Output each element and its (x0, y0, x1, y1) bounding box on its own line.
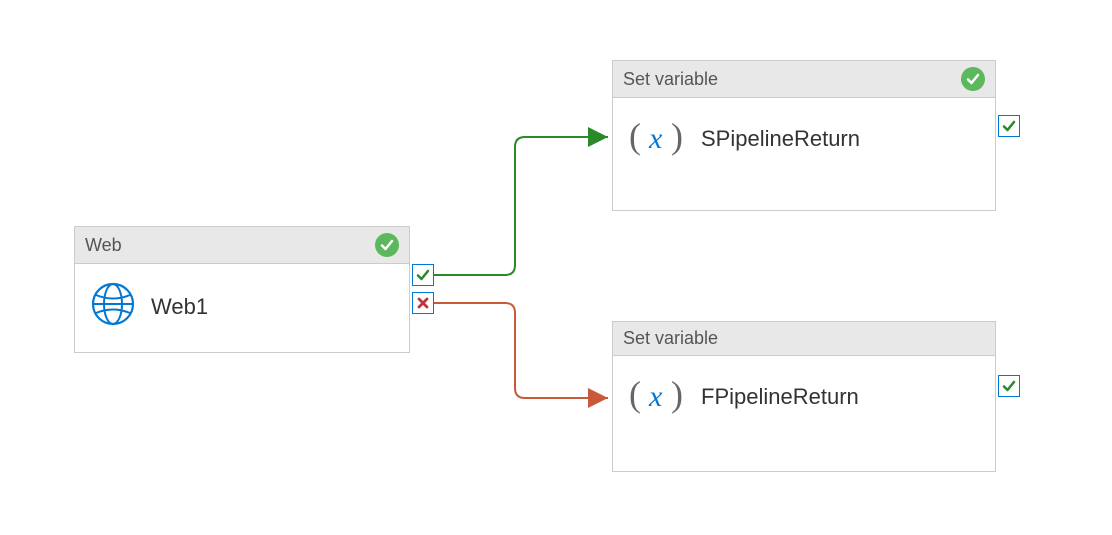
svg-text:(: ( (629, 374, 641, 414)
activity-body: ( x ) FPipelineReturn (613, 356, 995, 437)
activity-body: ( x ) SPipelineReturn (613, 98, 995, 179)
output-port-success[interactable] (998, 375, 1020, 397)
connector-failure (434, 303, 608, 398)
pipeline-canvas[interactable]: Web Web1 Set variable (0, 0, 1112, 535)
activity-name-label: SPipelineReturn (701, 126, 860, 152)
activity-type-label: Set variable (623, 328, 718, 349)
svg-text:x: x (648, 380, 663, 413)
activity-setvar-success[interactable]: Set variable ( x ) SPipelineReturn (612, 60, 996, 211)
svg-text:): ) (671, 374, 683, 414)
output-port-failure[interactable] (412, 292, 434, 314)
svg-text:x: x (648, 122, 663, 155)
output-port-success[interactable] (998, 115, 1020, 137)
status-success-icon (961, 67, 985, 91)
connector-success (434, 137, 608, 275)
activity-body: Web1 (75, 264, 409, 349)
variable-icon: ( x ) (629, 374, 685, 419)
activity-type-label: Set variable (623, 69, 718, 90)
activity-header: Set variable (613, 61, 995, 98)
activity-name-label: Web1 (151, 294, 208, 320)
activity-web[interactable]: Web Web1 (74, 226, 410, 353)
variable-icon: ( x ) (629, 116, 685, 161)
status-success-icon (375, 233, 399, 257)
activity-type-label: Web (85, 235, 122, 256)
activity-name-label: FPipelineReturn (701, 384, 859, 410)
activity-setvar-failure[interactable]: Set variable ( x ) FPipelineReturn (612, 321, 996, 472)
activity-header: Set variable (613, 322, 995, 356)
svg-text:): ) (671, 116, 683, 156)
output-port-success[interactable] (412, 264, 434, 286)
svg-text:(: ( (629, 116, 641, 156)
activity-header: Web (75, 227, 409, 264)
globe-icon (91, 282, 135, 331)
